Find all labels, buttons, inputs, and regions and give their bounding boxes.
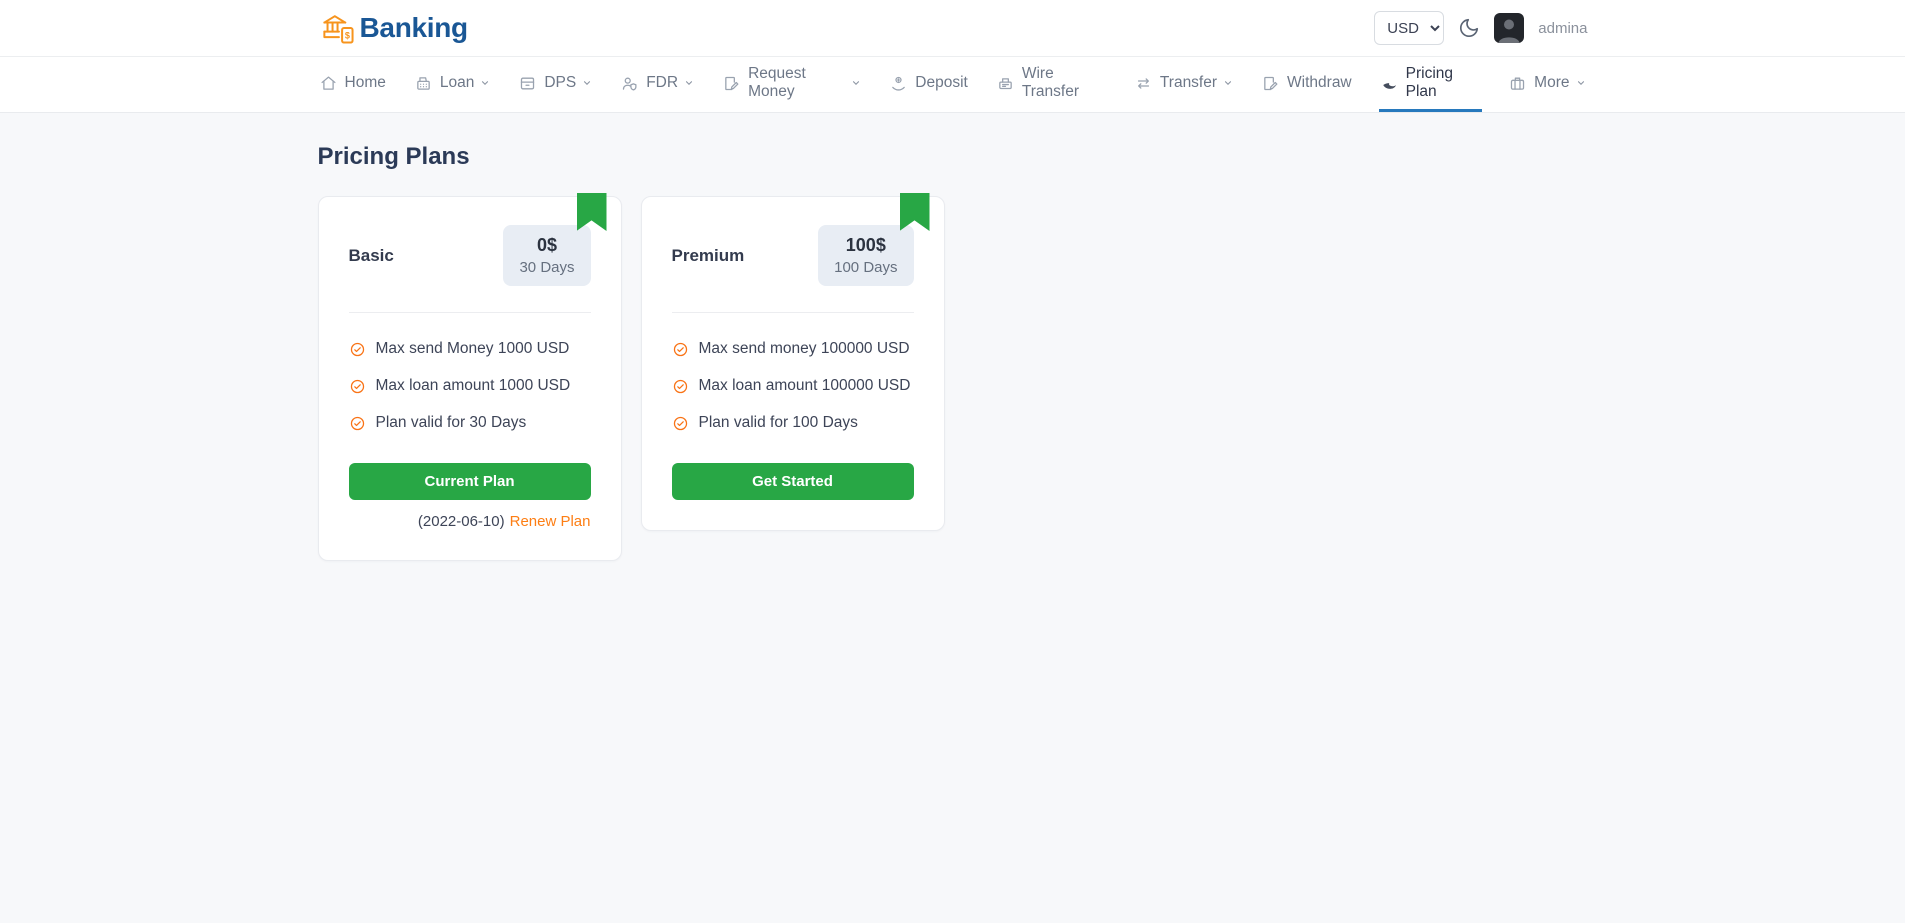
feature-item: Max loan amount 1000 USD (349, 377, 591, 395)
main-nav: Home Loan (0, 57, 1905, 113)
feature-list: Max send money 100000 USD Max loan amoun… (672, 340, 914, 432)
feature-item: Plan valid for 30 Days (349, 414, 591, 432)
check-circle-icon (349, 415, 366, 432)
chevron-down-icon (1223, 78, 1233, 88)
plan-duration: 30 Days (519, 259, 574, 276)
plan-card-basic: Basic 0$ 30 Days (318, 196, 622, 561)
nav-item-home[interactable]: Home (318, 57, 388, 112)
theme-toggle[interactable] (1458, 17, 1480, 39)
current-plan-button[interactable]: Current Plan (349, 463, 591, 500)
check-circle-icon (672, 378, 689, 395)
nav-label: Pricing Plan (1406, 65, 1481, 101)
feature-text: Plan valid for 30 Days (376, 414, 527, 432)
avatar[interactable] (1494, 13, 1524, 43)
nav-label: Withdraw (1287, 74, 1352, 92)
nav-label: Home (345, 74, 386, 92)
feature-text: Max loan amount 1000 USD (376, 377, 571, 395)
nav-item-fdr[interactable]: FDR (619, 57, 696, 112)
archive-icon (519, 75, 536, 92)
page: $ Banking USD (0, 0, 1905, 561)
feature-item: Plan valid for 100 Days (672, 414, 914, 432)
hand-holding-icon (1381, 75, 1398, 92)
home-icon (320, 75, 337, 92)
username-label[interactable]: admina (1538, 20, 1587, 37)
brand-logo[interactable]: $ Banking (318, 8, 468, 48)
feature-text: Max send Money 1000 USD (376, 340, 570, 358)
file-pen-icon (723, 75, 740, 92)
check-circle-icon (349, 341, 366, 358)
nav-label: FDR (646, 74, 678, 92)
plan-price: 0$ (519, 235, 574, 256)
get-started-button[interactable]: Get Started (672, 463, 914, 500)
chevron-down-icon (1576, 78, 1586, 88)
nav-label: Wire Transfer (1022, 65, 1106, 101)
nav-item-request-money[interactable]: Request Money (721, 57, 863, 112)
chevron-down-icon (480, 78, 490, 88)
chevron-down-icon (684, 78, 694, 88)
cash-register-icon (415, 75, 432, 92)
plan-price: 100$ (834, 235, 897, 256)
moon-icon (1458, 17, 1480, 39)
nav-item-deposit[interactable]: Deposit (888, 57, 970, 112)
feature-text: Max loan amount 100000 USD (699, 377, 911, 395)
brand-name: Banking (360, 12, 468, 44)
file-pen-icon (1262, 75, 1279, 92)
bank-machine-icon (997, 75, 1014, 92)
feature-list: Max send Money 1000 USD Max loan amount … (349, 340, 591, 432)
renew-date: (2022-06-10) (418, 513, 505, 530)
check-circle-icon (672, 415, 689, 432)
nav-label: Request Money (748, 65, 845, 101)
price-badge: 100$ 100 Days (818, 225, 913, 286)
feature-item: Max send Money 1000 USD (349, 340, 591, 358)
briefcase-icon (1509, 75, 1526, 92)
plan-duration: 100 Days (834, 259, 897, 276)
currency-select[interactable]: USD (1374, 11, 1444, 45)
chevron-down-icon (582, 78, 592, 88)
renew-row: (2022-06-10) Renew Plan (349, 513, 591, 530)
nav-item-transfer[interactable]: Transfer (1133, 57, 1235, 112)
check-circle-icon (349, 378, 366, 395)
feature-item: Max send money 100000 USD (672, 340, 914, 358)
page-title: Pricing Plans (318, 113, 1588, 196)
pricing-cards: Basic 0$ 30 Days (318, 196, 1588, 561)
nav-item-wire-transfer[interactable]: Wire Transfer (995, 57, 1108, 112)
feature-text: Max send money 100000 USD (699, 340, 910, 358)
svg-text:$: $ (344, 30, 349, 40)
check-circle-icon (672, 341, 689, 358)
nav-item-withdraw[interactable]: Withdraw (1260, 57, 1354, 112)
nav-label: DPS (544, 74, 576, 92)
nav-label: Transfer (1160, 74, 1217, 92)
feature-item: Max loan amount 100000 USD (672, 377, 914, 395)
nav-label: More (1534, 74, 1569, 92)
divider (349, 312, 591, 313)
plan-name: Premium (672, 246, 745, 266)
plan-name: Basic (349, 246, 394, 266)
nav-item-loan[interactable]: Loan (413, 57, 492, 112)
nav-label: Loan (440, 74, 474, 92)
renew-plan-link[interactable]: Renew Plan (510, 513, 591, 530)
bookmark-ribbon-icon (577, 193, 607, 231)
price-badge: 0$ 30 Days (503, 225, 590, 286)
bookmark-ribbon-icon (900, 193, 930, 231)
nav-item-dps[interactable]: DPS (517, 57, 594, 112)
plan-card-premium: Premium 100$ 100 Days (641, 196, 945, 531)
arrows-swap-icon (1135, 75, 1152, 92)
chevron-down-icon (851, 78, 861, 88)
nav-item-pricing-plan[interactable]: Pricing Plan (1379, 57, 1483, 112)
bank-logo-icon: $ (318, 8, 358, 48)
nav-label: Deposit (915, 74, 968, 92)
top-header: $ Banking USD (0, 0, 1905, 57)
hand-coin-icon (890, 75, 907, 92)
feature-text: Plan valid for 100 Days (699, 414, 858, 432)
divider (672, 312, 914, 313)
nav-item-more[interactable]: More (1507, 57, 1587, 112)
user-shield-icon (621, 75, 638, 92)
